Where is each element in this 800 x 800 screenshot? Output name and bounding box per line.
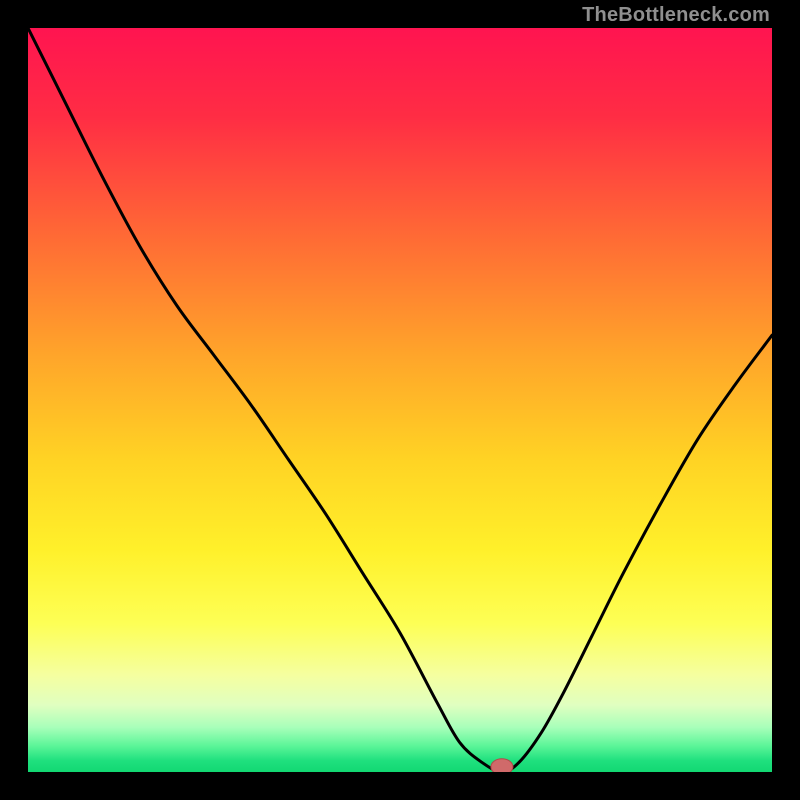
plot-area xyxy=(28,28,772,772)
optimal-marker xyxy=(491,759,513,772)
curve-layer xyxy=(28,28,772,772)
watermark-text: TheBottleneck.com xyxy=(582,4,770,27)
chart-frame: TheBottleneck.com xyxy=(0,0,800,800)
bottleneck-curve xyxy=(28,28,772,772)
